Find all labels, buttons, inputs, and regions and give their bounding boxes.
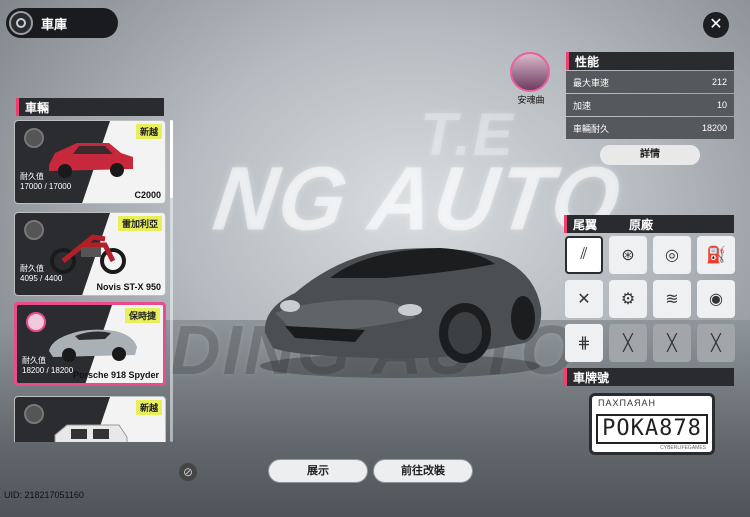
brand-emblem-icon <box>24 128 44 148</box>
vehicle-list[interactable]: 新越 耐久值 17000 / 17000 C2000 雷加利亞 耐久值 4095… <box>14 120 168 442</box>
plate-small-text: CYBERLIFEGAMES <box>660 445 706 451</box>
parts-panel-header: 尾翼 原廠 <box>564 215 734 233</box>
license-plate[interactable]: ПАХПАЯАН POKA878 CYBERLIFEGAMES <box>589 393 715 455</box>
close-button[interactable]: ✕ <box>703 12 729 38</box>
perf-row-durability: 車輛耐久 18200 <box>566 117 734 139</box>
locked-slot-icon: ╳ <box>697 324 735 362</box>
player-avatar[interactable] <box>510 52 550 92</box>
locked-slot-icon: ╳ <box>653 324 691 362</box>
vehicle-name: Novis ST-X 950 <box>96 282 161 292</box>
vehicles-panel-header: 車輛 <box>16 98 164 116</box>
selected-car-model[interactable] <box>255 238 545 378</box>
garage-title-bar: 車庫 <box>6 8 118 38</box>
plate-title: 車牌號 <box>573 370 610 385</box>
perf-row-acceleration: 加速 10 <box>566 94 734 116</box>
vehicle-name: Porsche 918 Spyder <box>72 370 159 380</box>
gear-icon[interactable]: ⚙ <box>609 280 647 318</box>
perf-value: 10 <box>716 100 727 110</box>
garage-logo-icon <box>9 11 33 35</box>
character-emblem-icon <box>26 312 46 332</box>
tire-icon[interactable]: ◎ <box>653 236 691 274</box>
scrollbar-thumb[interactable] <box>170 120 173 198</box>
go-modify-button[interactable]: 前往改裝 <box>373 459 473 483</box>
performance-title: 性能 <box>575 54 600 69</box>
perf-row-top-speed: 最大車速 212 <box>566 71 734 93</box>
nitro-icon[interactable]: ⛽ <box>697 236 735 274</box>
brand-badge: 新越 <box>135 400 162 415</box>
hide-ui-icon[interactable]: ⊘ <box>179 463 197 481</box>
vehicle-card-c2000[interactable]: 新越 耐久值 17000 / 17000 C2000 <box>14 120 166 204</box>
perf-value: 212 <box>711 77 727 87</box>
vehicle-card-4[interactable]: 新越 <box>14 396 166 442</box>
vehicle-card-novis[interactable]: 雷加利亞 耐久值 4095 / 4400 Novis ST-X 950 <box>14 212 166 296</box>
locked-slot-icon: ╳ <box>609 324 647 362</box>
selected-part-name: 尾翼 <box>573 217 598 232</box>
player-uid: UID: 218217051160 <box>4 490 84 500</box>
durability-label: 耐久值 <box>20 264 44 273</box>
vehicle-card-porsche[interactable]: 保時捷 耐久值 18200 / 18200 Porsche 918 Spyder <box>14 302 166 386</box>
perf-value: 18200 <box>701 123 727 133</box>
car-thumbnail <box>54 424 128 442</box>
engine-icon[interactable]: ✕ <box>565 280 603 318</box>
plate-number: POKA878 <box>596 414 708 444</box>
durability-label: 耐久值 <box>20 172 44 181</box>
vehicle-list-scrollbar[interactable] <box>170 120 173 442</box>
plate-top-text: ПАХПАЯАН <box>598 398 656 408</box>
durability-value: 17000 / 17000 <box>20 182 72 191</box>
durability-value: 4095 / 4400 <box>20 274 63 283</box>
brand-emblem-icon <box>24 220 44 240</box>
rim-icon[interactable]: ⊛ <box>609 236 647 274</box>
brand-emblem-icon <box>24 404 44 424</box>
perf-label: 加速 <box>573 100 592 111</box>
background-banner-text-2: T.E <box>420 101 515 168</box>
brake-icon[interactable]: ◉ <box>697 280 735 318</box>
player-name: 安魂曲 <box>517 95 545 105</box>
brand-badge: 新越 <box>135 124 162 139</box>
perf-label: 車輛耐久 <box>573 123 610 134</box>
motorcycle-thumbnail <box>50 234 126 274</box>
vehicle-name: C2000 <box>134 190 161 200</box>
performance-panel-header: 性能 <box>566 52 734 70</box>
page-title: 車庫 <box>41 16 68 32</box>
durability-value: 18200 / 18200 <box>22 366 74 375</box>
perf-label: 最大車速 <box>573 77 610 88</box>
background-banner-text: NG AUTO <box>207 148 628 250</box>
car-thumbnail <box>49 143 133 178</box>
plate-panel-header: 車牌號 <box>564 368 734 386</box>
showcase-button[interactable]: 展示 <box>268 459 368 483</box>
details-button[interactable]: 詳情 <box>600 145 700 165</box>
suspension-icon[interactable]: ≋ <box>653 280 691 318</box>
durability-label: 耐久值 <box>22 356 46 365</box>
vehicles-title: 車輛 <box>25 100 50 115</box>
spoiler-icon[interactable]: ⫽ <box>565 236 603 274</box>
transmission-icon[interactable]: ⋕ <box>565 324 603 362</box>
car-thumbnail <box>49 329 137 362</box>
part-status: 原廠 <box>629 217 654 232</box>
